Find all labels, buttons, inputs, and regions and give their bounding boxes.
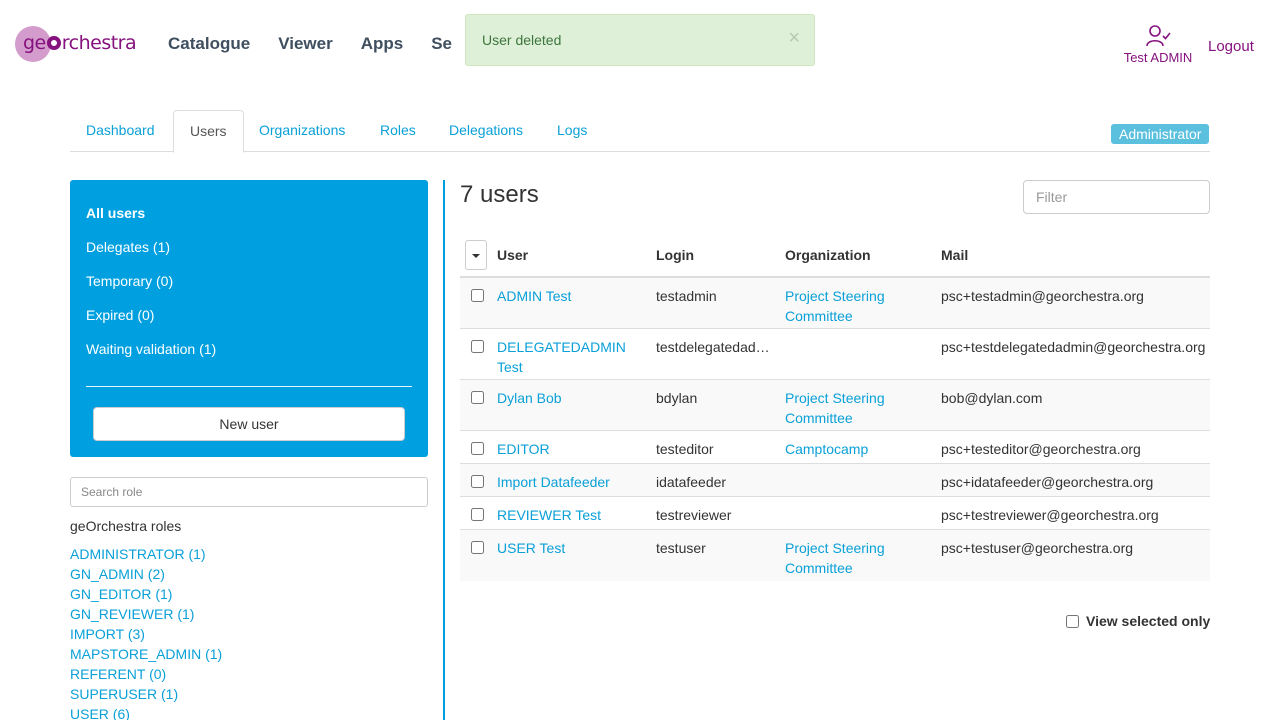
login-cell: bdylan	[656, 390, 698, 406]
role-link[interactable]: GN_REVIEWER (1)	[70, 604, 222, 624]
role-link[interactable]: ADMINISTRATOR (1)	[70, 544, 222, 564]
login-cell: testuser	[656, 540, 706, 556]
role-link[interactable]: IMPORT (3)	[70, 624, 222, 644]
tab-users[interactable]: Users	[173, 110, 244, 153]
user-check-icon	[1146, 25, 1171, 47]
role-link[interactable]: SUPERUSER (1)	[70, 684, 222, 704]
org-link[interactable]: Project Steering Committee	[785, 538, 925, 578]
org-link[interactable]: Camptocamp	[785, 439, 925, 459]
filter-all-users[interactable]: All users	[86, 205, 412, 239]
admin-tabs: Dashboard Users Organizations Roles Dele…	[70, 110, 1210, 153]
filter-temporary[interactable]: Temporary (0)	[86, 273, 412, 307]
table-row: Dylan Bob bdylan Project Steering Commit…	[460, 380, 1210, 431]
login-cell: idatafeeder	[656, 474, 727, 490]
mail-cell: psc+testadmin@georchestra.org	[941, 288, 1144, 304]
tab-logs[interactable]: Logs	[541, 110, 603, 152]
georchestra-logo[interactable]: ge rchestra	[15, 26, 140, 64]
user-link[interactable]: ADMIN Test	[497, 286, 647, 306]
toast-message: User deleted	[482, 32, 562, 48]
login-cell: testadmin	[656, 288, 717, 304]
column-organization[interactable]: Organization	[785, 247, 871, 263]
nav-apps[interactable]: Apps	[361, 34, 404, 54]
row-checkbox[interactable]	[471, 391, 484, 404]
tab-delegations[interactable]: Delegations	[433, 110, 539, 152]
tab-roles[interactable]: Roles	[364, 110, 432, 152]
roles-title: geOrchestra roles	[70, 518, 182, 534]
new-user-button[interactable]: New user	[93, 407, 405, 441]
login-cell: testdelegatedadmin	[656, 339, 774, 355]
row-checkbox[interactable]	[471, 442, 484, 455]
user-account[interactable]: Test ADMIN	[1118, 24, 1198, 65]
user-name: Test ADMIN	[1123, 50, 1193, 65]
tab-organizations[interactable]: Organizations	[243, 110, 361, 152]
user-filter-panel: All users Delegates (1) Temporary (0) Ex…	[70, 180, 428, 457]
table-row: Import Datafeeder idatafeeder psc+idataf…	[460, 464, 1210, 497]
column-mail[interactable]: Mail	[941, 247, 968, 263]
users-count: 7 users	[460, 181, 539, 208]
table-header: User Login Organization Mail	[460, 236, 1210, 278]
nav-services[interactable]: Se	[431, 34, 452, 54]
view-selected-toggle[interactable]: View selected only	[1066, 613, 1210, 629]
table-row: USER Test testuser Project Steering Comm…	[460, 530, 1210, 581]
mail-cell: psc+idatafeeder@georchestra.org	[941, 474, 1154, 490]
role-link[interactable]: GN_EDITOR (1)	[70, 584, 222, 604]
table-row: REVIEWER Test testreviewer psc+testrevie…	[460, 497, 1210, 530]
user-link[interactable]: Dylan Bob	[497, 388, 647, 408]
main-nav: Catalogue Viewer Apps Se	[168, 34, 480, 54]
mail-cell: psc+testuser@georchestra.org	[941, 540, 1134, 556]
role-link[interactable]: REFERENT (0)	[70, 664, 222, 684]
user-link[interactable]: DELEGATEDADMIN Test	[497, 337, 647, 377]
user-link[interactable]: EDITOR	[497, 439, 647, 459]
table-row: ADMIN Test testadmin Project Steering Co…	[460, 278, 1210, 329]
row-checkbox[interactable]	[471, 508, 484, 521]
filter-input[interactable]	[1023, 180, 1210, 214]
role-link[interactable]: USER (6)	[70, 704, 222, 720]
role-link[interactable]: MAPSTORE_ADMIN (1)	[70, 644, 222, 664]
filter-delegates[interactable]: Delegates (1)	[86, 239, 412, 273]
view-selected-checkbox[interactable]	[1066, 614, 1079, 628]
filter-expired[interactable]: Expired (0)	[86, 307, 412, 341]
mail-cell: psc+testreviewer@georchestra.org	[941, 507, 1159, 523]
logout-link[interactable]: Logout	[1208, 38, 1254, 55]
mail-cell: bob@dylan.com	[941, 390, 1043, 406]
mail-cell: psc+testdelegatedadmin@georchestra.org	[941, 339, 1206, 355]
login-cell: testeditor	[656, 441, 714, 457]
role-link[interactable]: GN_ADMIN (2)	[70, 564, 222, 584]
column-login[interactable]: Login	[656, 247, 694, 263]
row-checkbox[interactable]	[471, 289, 484, 302]
user-link[interactable]: REVIEWER Test	[497, 505, 647, 525]
nav-catalogue[interactable]: Catalogue	[168, 34, 250, 54]
table-row: DELEGATEDADMIN Test testdelegatedadmin p…	[460, 329, 1210, 380]
table-row: EDITOR testeditor Camptocamp psc+testedi…	[460, 431, 1210, 464]
search-role-input[interactable]	[70, 477, 428, 507]
org-link[interactable]: Project Steering Committee	[785, 388, 925, 428]
row-checkbox[interactable]	[471, 541, 484, 554]
row-checkbox[interactable]	[471, 340, 484, 353]
role-badge: Administrator	[1111, 124, 1210, 144]
view-selected-label: View selected only	[1086, 613, 1211, 629]
column-divider	[443, 180, 445, 720]
select-dropdown-button[interactable]	[465, 240, 487, 270]
logo-text: ge rchestra	[23, 32, 137, 54]
user-link[interactable]: Import Datafeeder	[497, 472, 647, 492]
filter-waiting-validation[interactable]: Waiting validation (1)	[86, 341, 412, 375]
tab-dashboard[interactable]: Dashboard	[70, 110, 171, 152]
login-cell: testreviewer	[656, 507, 732, 523]
user-link[interactable]: USER Test	[497, 538, 647, 558]
close-icon[interactable]: ×	[788, 28, 800, 48]
org-link[interactable]: Project Steering Committee	[785, 286, 925, 326]
mail-cell: psc+testeditor@georchestra.org	[941, 441, 1141, 457]
users-table: User Login Organization Mail ADMIN Test …	[460, 236, 1210, 581]
roles-list: ADMINISTRATOR (1) GN_ADMIN (2) GN_EDITOR…	[70, 544, 222, 720]
row-checkbox[interactable]	[471, 475, 484, 488]
column-user[interactable]: User	[497, 247, 528, 263]
panel-divider	[86, 386, 412, 387]
nav-viewer[interactable]: Viewer	[278, 34, 333, 54]
toast-notification: User deleted ×	[465, 14, 815, 66]
